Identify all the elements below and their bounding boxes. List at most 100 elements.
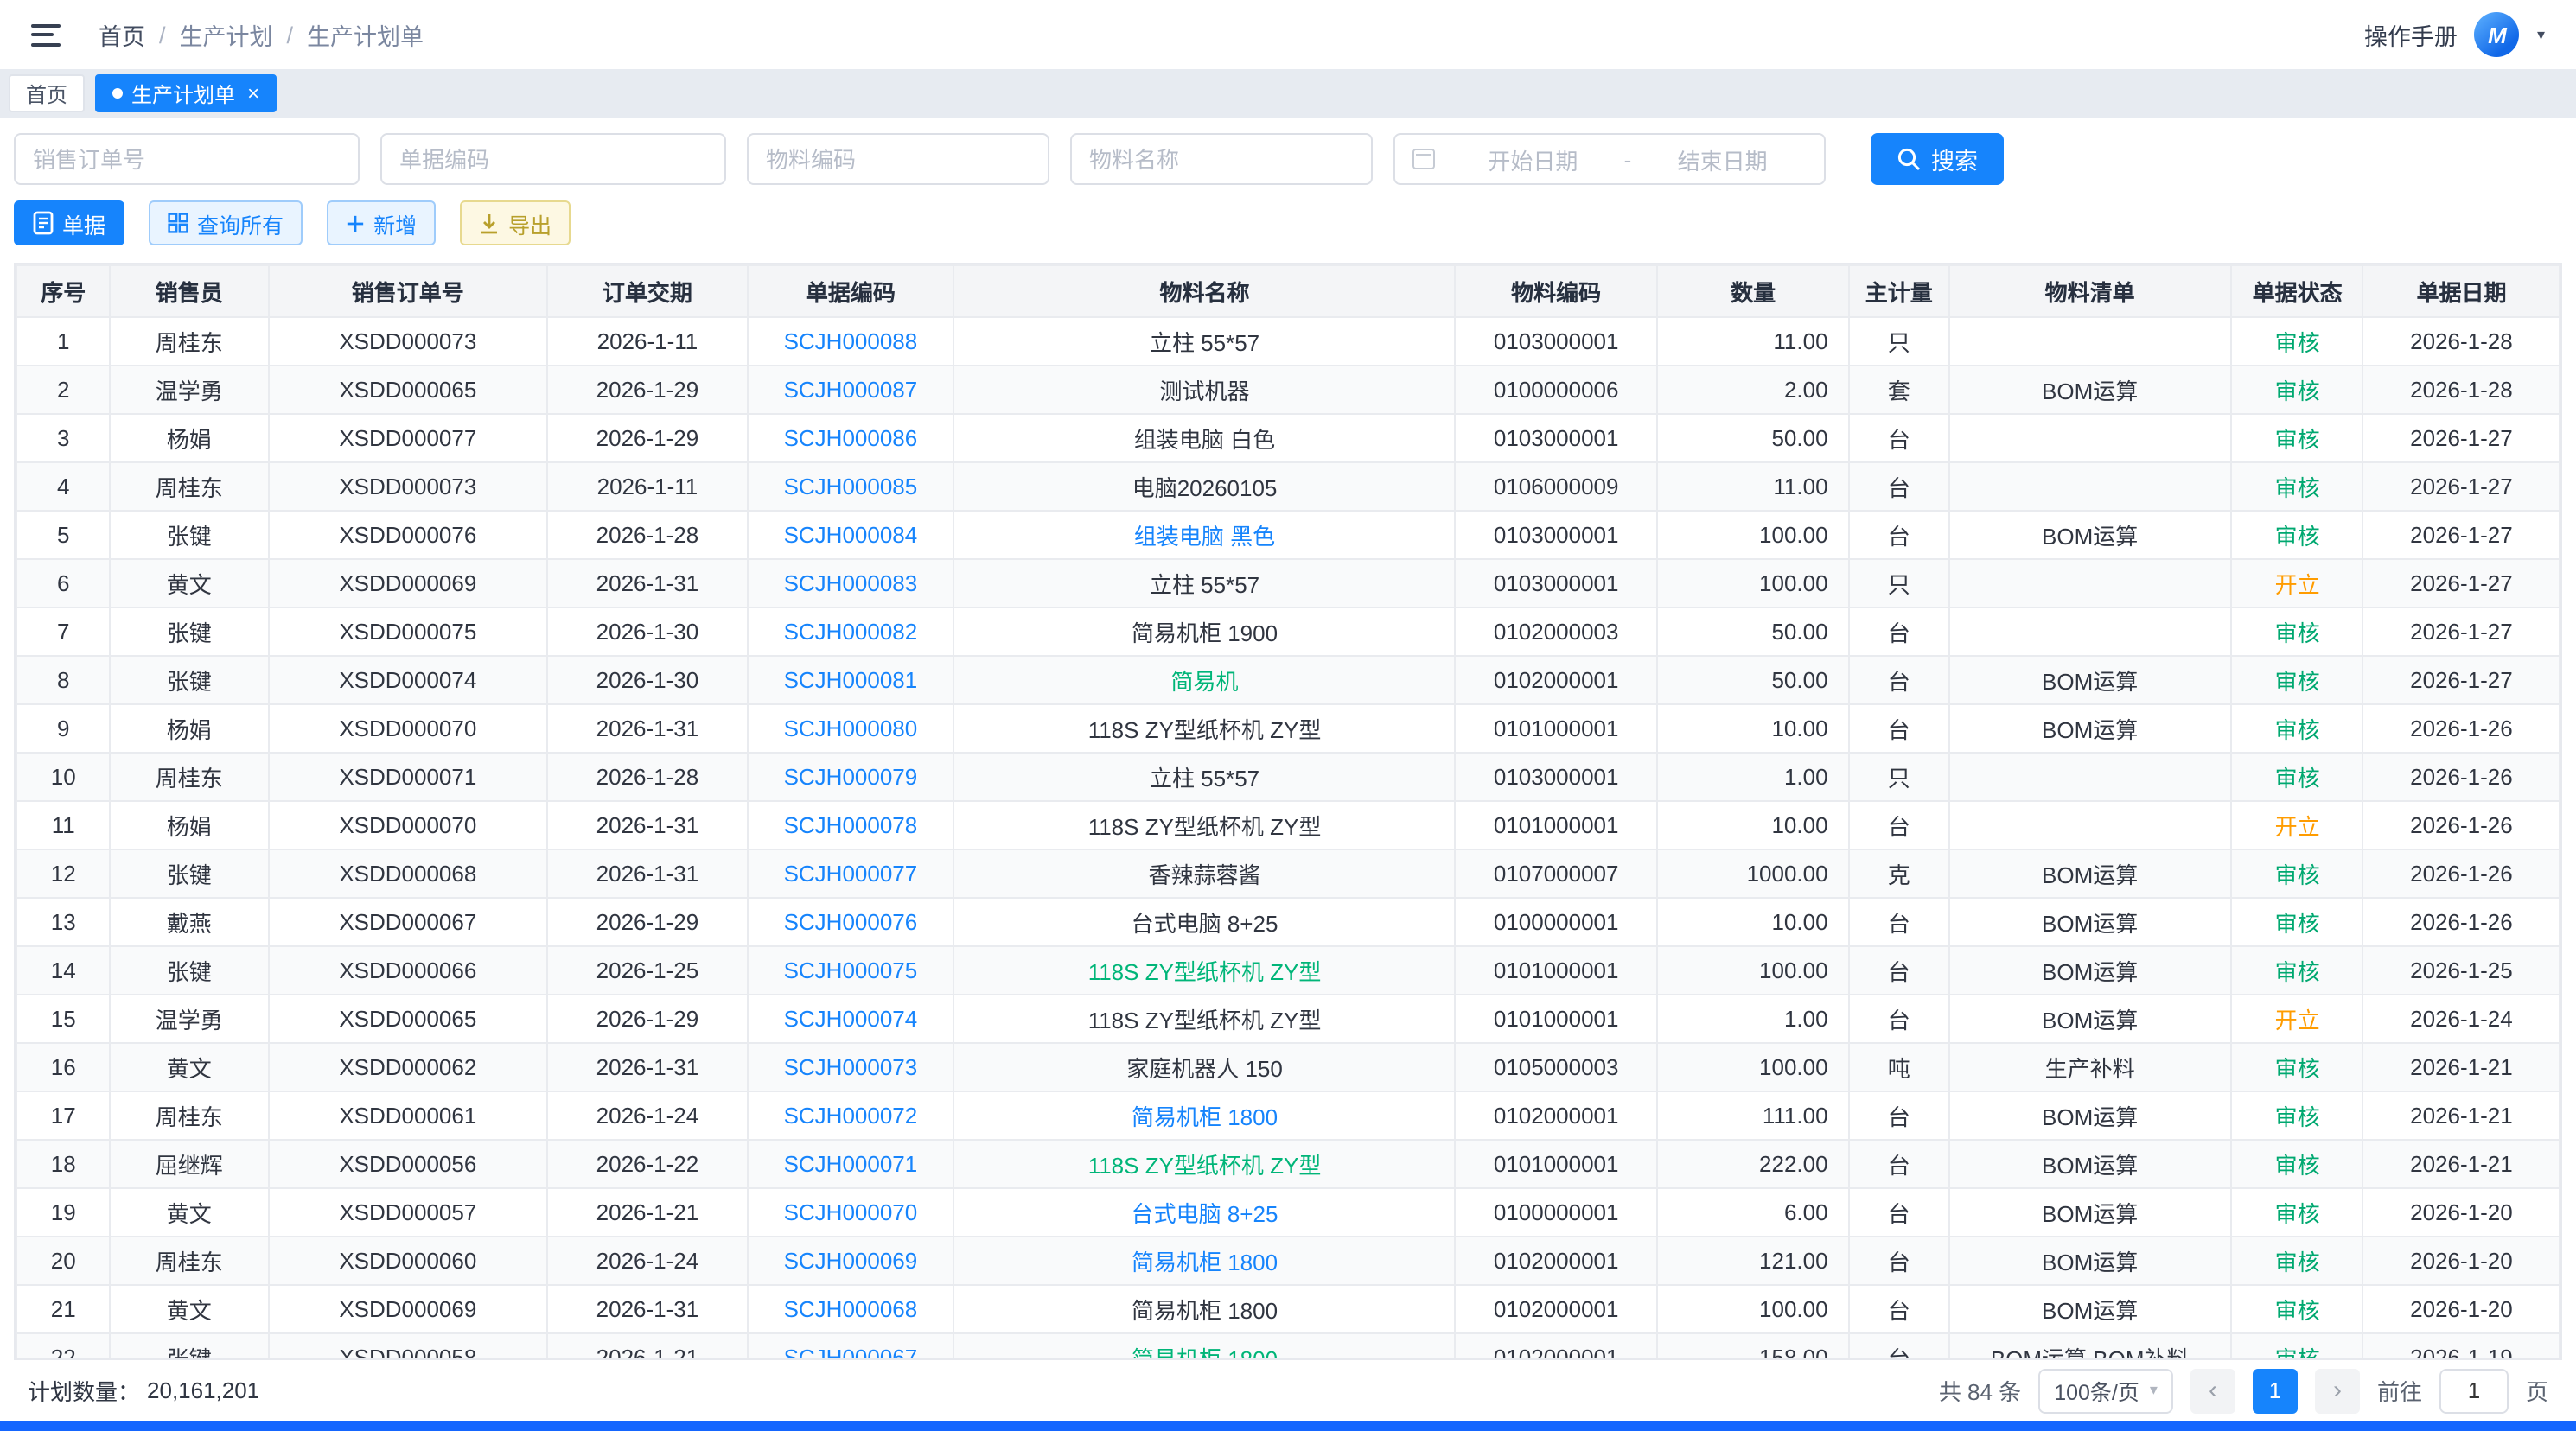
app-window: 首页 / 生产计划 / 生产计划单 操作手册 M ▾ 首页 生产计划单 × bbox=[0, 0, 2576, 1431]
material-code-cell: 0100000001 bbox=[1456, 898, 1657, 946]
column-header-3: 销售订单号 bbox=[268, 265, 547, 317]
tab-close-icon[interactable]: × bbox=[247, 81, 259, 105]
material-name-cell: 家庭机器人 150 bbox=[953, 1043, 1455, 1091]
seller-cell: 张键 bbox=[110, 849, 268, 898]
material-code-cell: 0100000001 bbox=[1456, 1188, 1657, 1237]
unit-cell: 台 bbox=[1850, 995, 1948, 1043]
material-code-cell: 0102000003 bbox=[1456, 607, 1657, 656]
unit-cell: 台 bbox=[1850, 1237, 1948, 1285]
doc-date-cell: 2026-1-28 bbox=[2363, 366, 2560, 414]
export-button[interactable]: 导出 bbox=[460, 200, 571, 245]
column-header-11: 单据状态 bbox=[2231, 265, 2363, 317]
doc-code-link[interactable]: SCJH000087 bbox=[747, 366, 953, 414]
table-row: 2温学勇XSDD0000652026-1-29SCJH000087测试机器010… bbox=[16, 366, 2560, 414]
table-row: 1周桂东XSDD0000732026-1-11SCJH000088立柱 55*5… bbox=[16, 317, 2560, 366]
doc-code-link[interactable]: SCJH000072 bbox=[747, 1091, 953, 1140]
bom-cell: BOM运算 bbox=[1948, 1091, 2231, 1140]
doc-code-link[interactable]: SCJH000067 bbox=[747, 1333, 953, 1360]
doc-code-link[interactable]: SCJH000079 bbox=[747, 753, 953, 801]
doc-code-link[interactable]: SCJH000085 bbox=[747, 462, 953, 511]
doc-code-link[interactable]: SCJH000084 bbox=[747, 511, 953, 559]
due-date-cell: 2026-1-22 bbox=[547, 1140, 747, 1188]
bom-cell: BOM运算 bbox=[1948, 1140, 2231, 1188]
unit-cell: 台 bbox=[1850, 801, 1948, 849]
seq-cell: 17 bbox=[16, 1091, 110, 1140]
sales-order-cell: XSDD000067 bbox=[268, 898, 547, 946]
doc-code-input[interactable] bbox=[380, 133, 726, 185]
doc-code-link[interactable]: SCJH000083 bbox=[747, 559, 953, 607]
seq-cell: 12 bbox=[16, 849, 110, 898]
current-page-button[interactable]: 1 bbox=[2253, 1368, 2298, 1413]
material-name-cell: 简易机柜 1900 bbox=[953, 607, 1455, 656]
due-date-cell: 2026-1-29 bbox=[547, 414, 747, 462]
document-button[interactable]: 单据 bbox=[14, 200, 124, 245]
doc-code-link[interactable]: SCJH000075 bbox=[747, 946, 953, 995]
doc-code-link[interactable]: SCJH000070 bbox=[747, 1188, 953, 1237]
unit-cell: 台 bbox=[1850, 898, 1948, 946]
due-date-cell: 2026-1-30 bbox=[547, 656, 747, 704]
avatar[interactable]: M bbox=[2475, 12, 2520, 57]
sales-order-cell: XSDD000062 bbox=[268, 1043, 547, 1091]
prev-page-button[interactable]: ‹ bbox=[2190, 1368, 2235, 1413]
doc-code-link[interactable]: SCJH000086 bbox=[747, 414, 953, 462]
sales-order-input[interactable] bbox=[14, 133, 360, 185]
table-row: 10周桂东XSDD0000712026-1-28SCJH000079立柱 55*… bbox=[16, 753, 2560, 801]
menu-toggle-icon[interactable] bbox=[31, 23, 61, 46]
page-size-value: 100条/页 bbox=[2054, 1374, 2139, 1407]
search-button[interactable]: 搜索 bbox=[1871, 133, 2004, 185]
bom-cell bbox=[1948, 753, 2231, 801]
bom-cell: BOM运算 bbox=[1948, 1285, 2231, 1333]
doc-code-link[interactable]: SCJH000068 bbox=[747, 1285, 953, 1333]
date-range-picker[interactable]: 开始日期 - 结束日期 bbox=[1393, 133, 1826, 185]
next-page-button[interactable]: › bbox=[2315, 1368, 2360, 1413]
doc-code-link[interactable]: SCJH000082 bbox=[747, 607, 953, 656]
seller-cell: 张键 bbox=[110, 607, 268, 656]
sales-order-cell: XSDD000073 bbox=[268, 462, 547, 511]
material-code-cell: 0106000009 bbox=[1456, 462, 1657, 511]
tab-production-plan-order[interactable]: 生产计划单 × bbox=[95, 74, 277, 112]
doc-code-link[interactable]: SCJH000080 bbox=[747, 704, 953, 753]
goto-page-input[interactable] bbox=[2439, 1368, 2509, 1413]
query-all-button[interactable]: 查询所有 bbox=[149, 200, 303, 245]
seq-cell: 20 bbox=[16, 1237, 110, 1285]
column-header-8: 数量 bbox=[1657, 265, 1850, 317]
bom-cell bbox=[1948, 559, 2231, 607]
doc-code-link[interactable]: SCJH000077 bbox=[747, 849, 953, 898]
breadcrumb-home[interactable]: 首页 bbox=[99, 17, 145, 52]
bom-cell: BOM运算 bbox=[1948, 366, 2231, 414]
add-button[interactable]: 新增 bbox=[327, 200, 436, 245]
qty-cell: 100.00 bbox=[1657, 1043, 1850, 1091]
doc-code-link[interactable]: SCJH000088 bbox=[747, 317, 953, 366]
status-cell: 审核 bbox=[2231, 898, 2363, 946]
doc-code-link[interactable]: SCJH000078 bbox=[747, 801, 953, 849]
column-header-9: 主计量 bbox=[1850, 265, 1948, 317]
doc-code-link[interactable]: SCJH000073 bbox=[747, 1043, 953, 1091]
doc-code-link[interactable]: SCJH000069 bbox=[747, 1237, 953, 1285]
bom-cell: BOM运算 bbox=[1948, 511, 2231, 559]
page-size-select[interactable]: 100条/页 ▾ bbox=[2038, 1368, 2173, 1413]
sales-order-cell: XSDD000060 bbox=[268, 1237, 547, 1285]
manual-link[interactable]: 操作手册 bbox=[2364, 17, 2458, 52]
qty-cell: 1.00 bbox=[1657, 753, 1850, 801]
doc-code-link[interactable]: SCJH000074 bbox=[747, 995, 953, 1043]
qty-cell: 111.00 bbox=[1657, 1091, 1850, 1140]
material-code-input[interactable] bbox=[747, 133, 1049, 185]
material-name-input[interactable] bbox=[1070, 133, 1373, 185]
tab-home[interactable]: 首页 bbox=[9, 74, 85, 112]
seller-cell: 杨娟 bbox=[110, 801, 268, 849]
goto-label: 前往 bbox=[2377, 1374, 2422, 1407]
bottom-edge-strip bbox=[0, 1421, 2576, 1431]
user-menu-caret-icon[interactable]: ▾ bbox=[2537, 25, 2545, 44]
doc-date-cell: 2026-1-19 bbox=[2363, 1333, 2560, 1360]
status-cell: 审核 bbox=[2231, 414, 2363, 462]
doc-code-link[interactable]: SCJH000076 bbox=[747, 898, 953, 946]
date-start-placeholder: 开始日期 bbox=[1449, 143, 1617, 175]
status-cell: 审核 bbox=[2231, 656, 2363, 704]
breadcrumb-production-plan[interactable]: 生产计划 bbox=[180, 17, 273, 52]
pagination: 共 84 条 100条/页 ▾ ‹ 1 › 前往 页 bbox=[1939, 1368, 2548, 1413]
seq-cell: 5 bbox=[16, 511, 110, 559]
material-code-cell: 0101000001 bbox=[1456, 704, 1657, 753]
doc-code-link[interactable]: SCJH000071 bbox=[747, 1140, 953, 1188]
seller-cell: 屈继辉 bbox=[110, 1140, 268, 1188]
doc-code-link[interactable]: SCJH000081 bbox=[747, 656, 953, 704]
